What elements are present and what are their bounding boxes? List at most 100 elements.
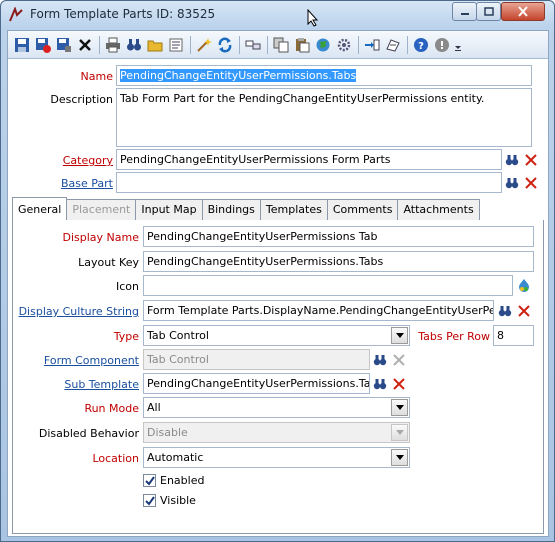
run-mode-value: All [147, 401, 161, 414]
display-culture-string-find-button[interactable] [496, 302, 514, 320]
binoculars-icon [505, 178, 519, 189]
form-component-clear-button [390, 351, 408, 369]
help-icon: ? [414, 37, 428, 52]
sub-template-input[interactable]: PendingChangeEntityUserPermissions.Tabs [143, 373, 370, 394]
type-value: Tab Control [147, 329, 209, 342]
color-picker-icon [519, 279, 529, 292]
title-bar[interactable]: Form Template Parts ID: 83525 [1, 1, 554, 28]
name-input[interactable]: PendingChangeEntityUserPermissions.Tabs [116, 65, 532, 86]
form-component-link[interactable]: Form Component [8, 354, 139, 367]
enabled-checkbox[interactable] [143, 474, 156, 487]
settings-button[interactable] [334, 35, 354, 55]
icon-picker-button[interactable] [515, 277, 533, 295]
info-button[interactable] [432, 35, 452, 55]
close-button[interactable] [501, 2, 545, 21]
binoculars-icon [505, 155, 519, 166]
description-textarea[interactable]: Tab Form Part for the PendingChangeEntit… [116, 88, 532, 147]
tab-placement[interactable]: Placement [66, 199, 137, 220]
category-input[interactable]: PendingChangeEntityUserPermissions Form … [116, 149, 502, 170]
tab-bindings[interactable]: Bindings [201, 199, 261, 220]
chevron-down-icon [395, 405, 404, 410]
print-icon [106, 37, 120, 52]
binoculars-icon [127, 38, 141, 50]
name-label: Name [80, 70, 113, 83]
svg-text:?: ? [418, 41, 424, 52]
save-as-button[interactable] [54, 35, 74, 55]
toolbar: ? [8, 31, 548, 59]
location-dropdown-button[interactable] [391, 449, 408, 466]
disabled-behavior-select: Disable [143, 422, 410, 443]
help-button[interactable]: ? [411, 35, 431, 55]
app-icon [9, 7, 23, 22]
toolbar-overflow-button[interactable] [453, 35, 463, 55]
base-part-input[interactable] [116, 172, 502, 193]
display-name-input[interactable]: PendingChangeEntityUserPermissions Tab [143, 226, 534, 247]
display-culture-string-input[interactable]: Form Template Parts.DisplayName.PendingC… [143, 300, 494, 321]
base-part-clear-button[interactable] [522, 174, 540, 192]
tab-input-map[interactable]: Input Map [135, 199, 203, 220]
visible-checkbox[interactable] [143, 494, 156, 507]
paste-icon [296, 37, 310, 52]
import-button[interactable] [362, 35, 382, 55]
description-label: Description [50, 93, 113, 106]
display-name-label: Display Name [62, 231, 140, 244]
type-dropdown-button[interactable] [391, 327, 408, 344]
save-button[interactable] [12, 35, 32, 55]
base-part-link[interactable]: Base Part [8, 177, 113, 190]
display-culture-string-clear-button[interactable] [515, 302, 533, 320]
find-button[interactable] [124, 35, 144, 55]
info-icon [435, 37, 449, 52]
chevron-down-icon [395, 430, 404, 435]
globe-button[interactable] [313, 35, 333, 55]
clear-x-icon [393, 378, 405, 390]
tabs-per-row-label: Tabs Per Row [418, 330, 490, 343]
form-template-parts-window: Form Template Parts ID: 83525 ? Name Pen… [0, 0, 555, 542]
copy-button[interactable] [271, 35, 291, 55]
minimize-icon [460, 12, 469, 15]
delete-button[interactable] [75, 35, 95, 55]
open-folder-icon [147, 40, 163, 51]
sub-template-find-button[interactable] [371, 375, 389, 393]
maximize-button[interactable] [476, 2, 501, 21]
tab-attachments[interactable]: Attachments [397, 199, 480, 220]
delete-icon [79, 38, 91, 51]
toolbar-separator [358, 35, 359, 54]
category-link[interactable]: Category [8, 154, 113, 167]
import-icon [365, 39, 380, 50]
display-culture-string-link[interactable]: Display Culture String [8, 305, 139, 318]
tabs-per-row-input[interactable]: 8 [493, 325, 534, 346]
base-part-find-button[interactable] [503, 174, 521, 192]
icon-input[interactable] [143, 275, 513, 296]
wizard-button[interactable] [194, 35, 214, 55]
save-close-button[interactable] [33, 35, 53, 55]
link-button[interactable] [243, 35, 263, 55]
maximize-icon [483, 7, 494, 16]
window-client-area: ? Name PendingChangeEntityUserPermission… [7, 30, 549, 537]
visible-label: Visible [160, 494, 196, 507]
minimize-button[interactable] [452, 2, 477, 21]
properties-button[interactable] [166, 35, 186, 55]
tab-general[interactable]: General [12, 197, 68, 220]
type-select[interactable]: Tab Control [143, 325, 410, 346]
refresh-button[interactable] [215, 35, 235, 55]
open-button[interactable] [145, 35, 165, 55]
sub-template-link[interactable]: Sub Template [8, 378, 139, 391]
sub-template-clear-button[interactable] [390, 375, 408, 393]
tab-templates[interactable]: Templates [259, 199, 328, 220]
paste-button[interactable] [292, 35, 312, 55]
layout-key-input[interactable]: PendingChangeEntityUserPermissions.Tabs [143, 251, 534, 272]
chevron-down-icon [395, 333, 404, 338]
form-component-find-button[interactable] [371, 351, 389, 369]
print-button[interactable] [103, 35, 123, 55]
location-select[interactable]: Automatic [143, 447, 410, 468]
run-mode-dropdown-button[interactable] [391, 399, 408, 416]
wizard-icon [197, 37, 212, 52]
toolbar-separator [190, 35, 191, 54]
category-find-button[interactable] [503, 151, 521, 169]
form-component-input: Tab Control [143, 349, 370, 370]
tab-comments[interactable]: Comments [326, 199, 399, 220]
category-clear-button[interactable] [522, 151, 540, 169]
binoculars-icon [373, 355, 387, 366]
run-mode-select[interactable]: All [143, 397, 410, 418]
export-button[interactable] [383, 35, 403, 55]
